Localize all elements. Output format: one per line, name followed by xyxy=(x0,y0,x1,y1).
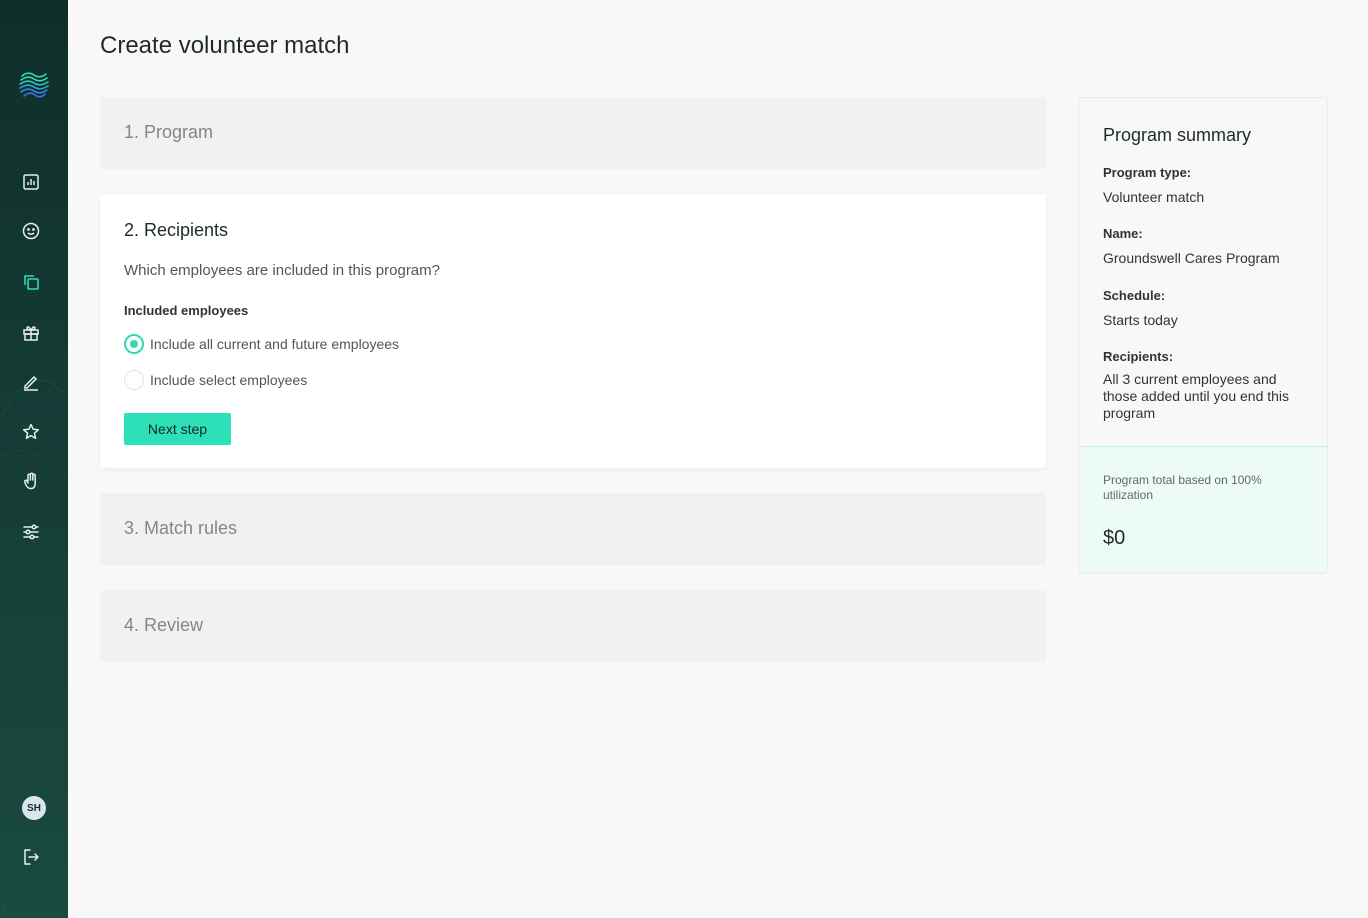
next-step-button[interactable]: Next step xyxy=(124,413,231,445)
radio-button-checked[interactable] xyxy=(124,334,144,354)
step-title: 3. Match rules xyxy=(124,518,238,538)
smiley-icon[interactable] xyxy=(20,220,42,242)
step-title: 1. Program xyxy=(124,122,214,142)
sliders-icon[interactable] xyxy=(20,521,42,543)
summary-label-schedule: Schedule: xyxy=(1103,288,1166,303)
radio-label: Include select employees xyxy=(150,372,308,388)
summary-value-name: Groundswell Cares Program xyxy=(1103,250,1280,266)
step-question: Which employees are included in this pro… xyxy=(124,262,440,279)
avatar[interactable]: SH xyxy=(22,796,46,820)
gift-icon[interactable] xyxy=(20,322,42,344)
star-icon[interactable] xyxy=(20,421,42,443)
page-title: Create volunteer match xyxy=(100,32,350,59)
summary-label-program-type: Program type: xyxy=(1103,165,1192,180)
sidebar: SH xyxy=(0,0,68,918)
logout-icon[interactable] xyxy=(20,846,42,868)
summary-label-name: Name: xyxy=(1103,226,1143,241)
pen-icon[interactable] xyxy=(20,371,42,393)
radio-button[interactable] xyxy=(124,370,144,390)
summary-footer-note: Program total based on 100% utilization xyxy=(1103,473,1262,502)
step-program[interactable]: 1. Program xyxy=(100,97,1046,169)
step-title: 4. Review xyxy=(124,615,204,635)
step-match-rules[interactable]: 3. Match rules xyxy=(100,493,1046,565)
program-summary-panel: Program summary Program type: Volunteer … xyxy=(1078,97,1328,574)
copy-icon[interactable] xyxy=(20,271,42,293)
step-title: 2. Recipients xyxy=(124,220,229,240)
bar-chart-icon[interactable] xyxy=(20,171,42,193)
hand-icon[interactable] xyxy=(20,470,42,492)
summary-value-program-type: Volunteer match xyxy=(1103,189,1205,205)
summary-label-recipients: Recipients: xyxy=(1103,349,1174,364)
summary-value-recipients: All 3 current employees and those added … xyxy=(1103,371,1290,421)
summary-title: Program summary xyxy=(1103,125,1252,145)
radio-label: Include all current and future employees xyxy=(150,336,400,352)
summary-footer: Program total based on 100% utilization … xyxy=(1079,446,1327,573)
waves-logo[interactable] xyxy=(18,68,50,100)
field-label: Included employees xyxy=(124,303,249,318)
step-recipients: 2. Recipients Which employees are includ… xyxy=(100,194,1046,468)
summary-value-schedule: Starts today xyxy=(1103,312,1178,328)
radio-select-employees[interactable]: Include select employees xyxy=(124,370,307,390)
radio-all-employees[interactable]: Include all current and future employees xyxy=(124,334,399,354)
step-review[interactable]: 4. Review xyxy=(100,590,1046,662)
program-total: $0 xyxy=(1103,527,1126,549)
